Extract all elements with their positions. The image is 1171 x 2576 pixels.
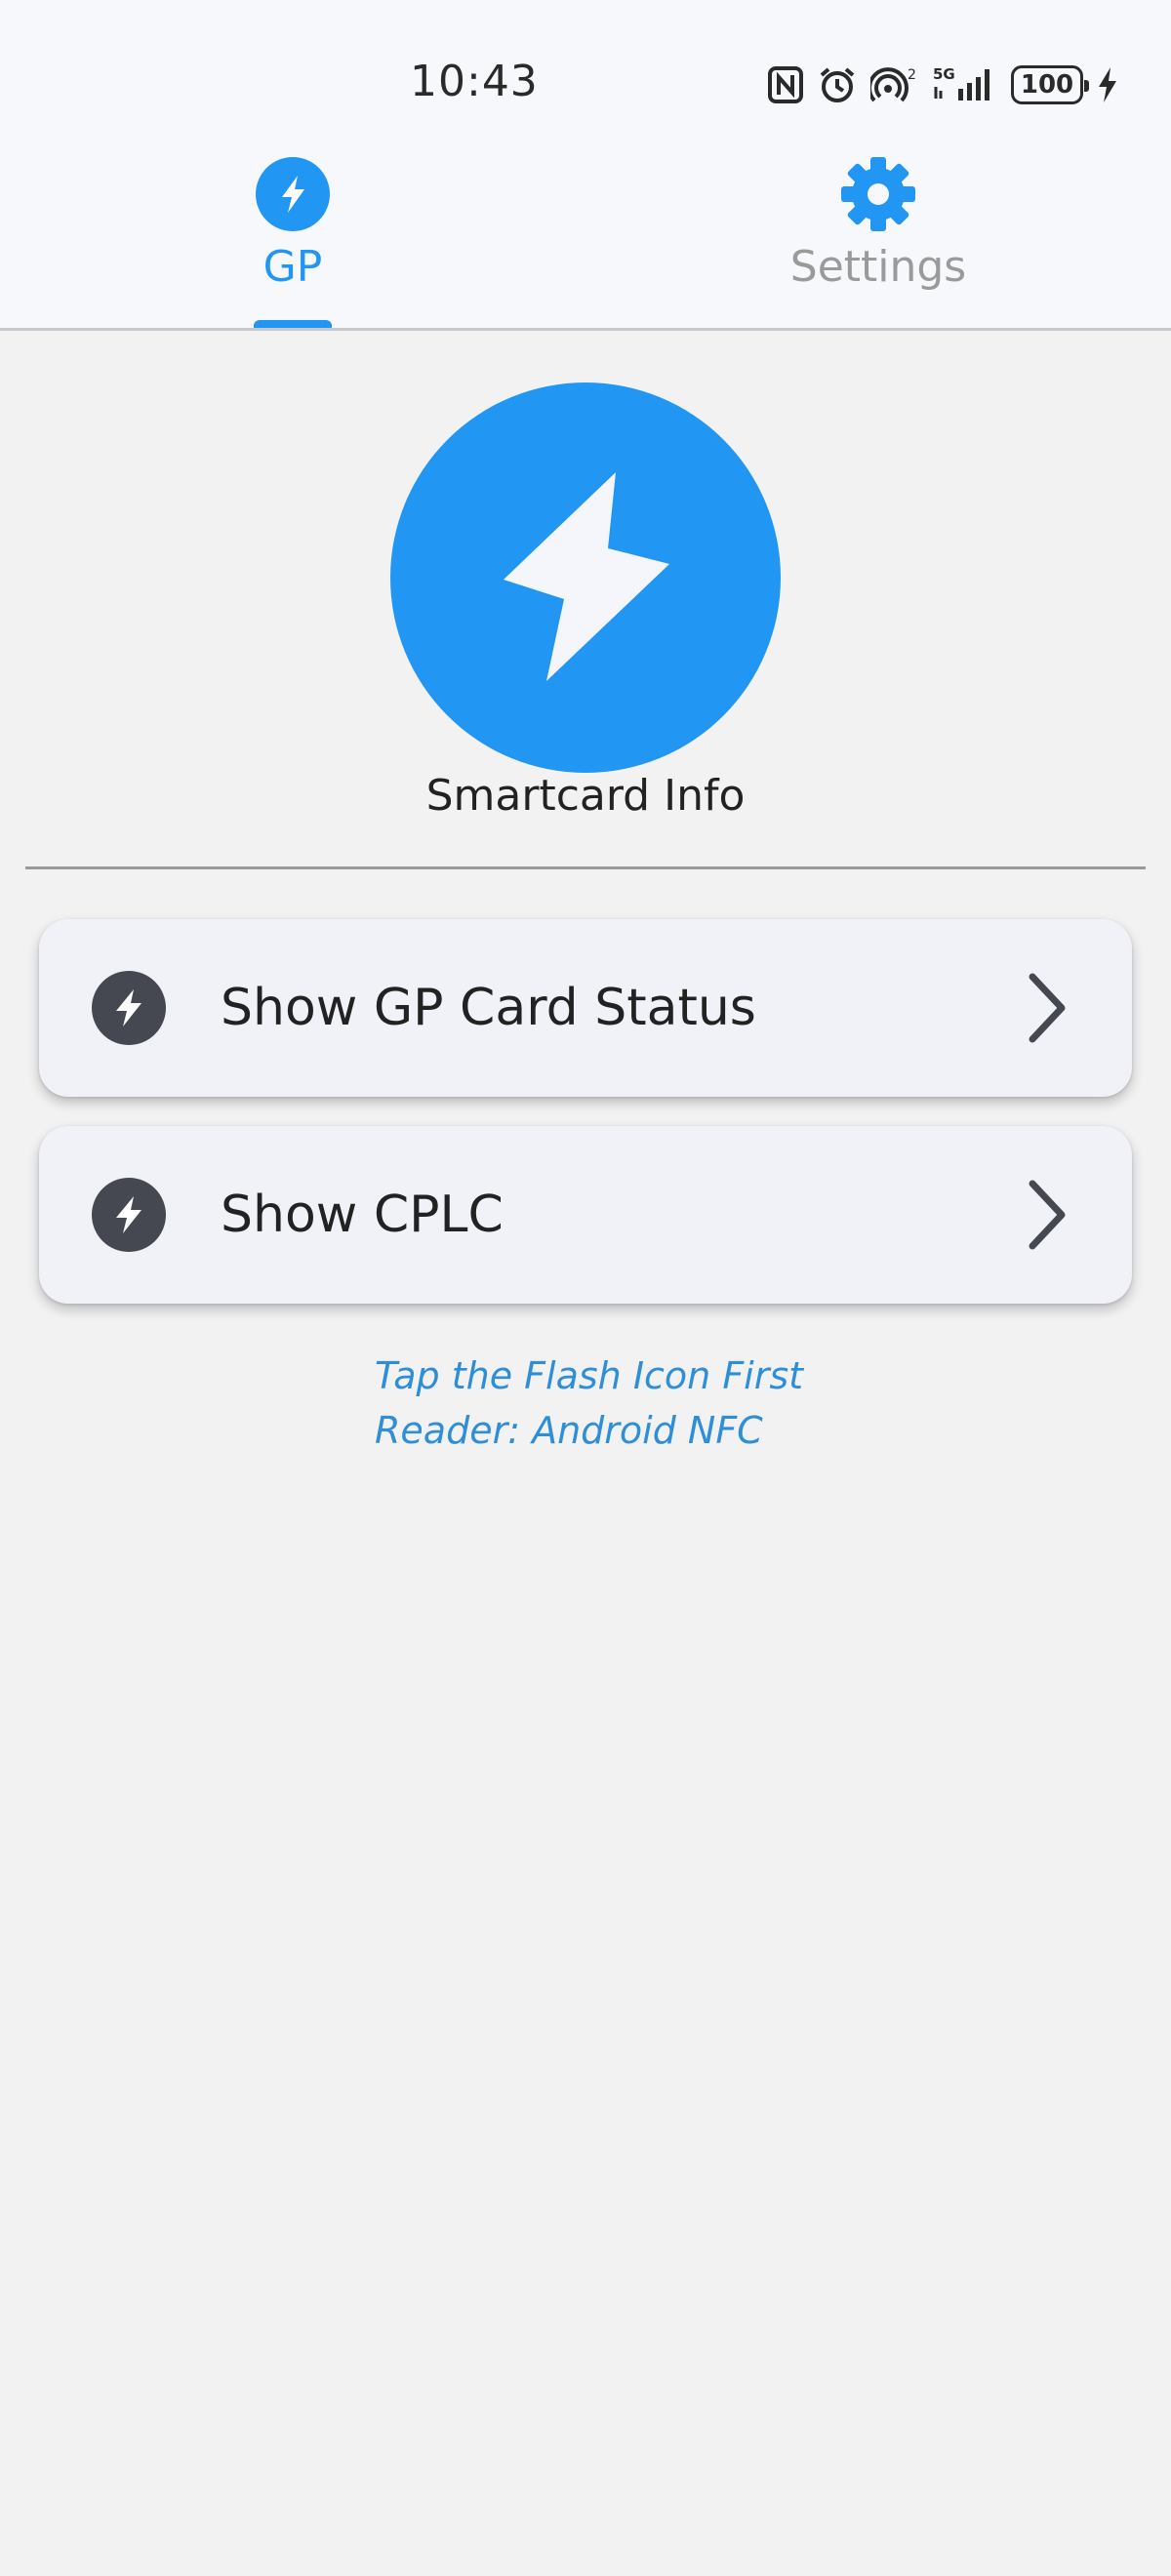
status-time: 10:43 [410, 57, 539, 106]
chevron-right-icon [1029, 1180, 1066, 1250]
tab-settings[interactable]: Settings [732, 156, 1025, 330]
list-item-label: Show CPLC [221, 1186, 504, 1244]
hint-tap-flash: Tap the Flash Icon First [375, 1354, 804, 1397]
gear-icon [841, 157, 915, 231]
nfc-icon [768, 66, 803, 103]
svg-text:2: 2 [908, 67, 916, 83]
flash-icon [92, 971, 166, 1045]
tab-label: GP [262, 242, 323, 292]
tab-divider [0, 328, 1171, 331]
top-bar: 10:43 2 5G 100 GP Settings [0, 0, 1171, 330]
battery-indicator: 100 [1011, 65, 1089, 104]
hotspot-icon: 2 [870, 67, 916, 102]
hero-flash-button[interactable] [390, 382, 781, 773]
chevron-right-icon [1029, 973, 1066, 1043]
flash-icon [92, 1178, 166, 1252]
list-item-label: Show GP Card Status [221, 979, 756, 1037]
show-cplc-item[interactable]: Show CPLC [39, 1126, 1132, 1304]
hero-title: Smartcard Info [425, 771, 746, 821]
svg-text:5G: 5G [933, 65, 955, 83]
hint-reader: Reader: Android NFC [375, 1409, 763, 1452]
section-divider [25, 866, 1146, 869]
signal-5g-icon: 5G [933, 65, 989, 101]
flash-icon [504, 472, 669, 681]
flash-icon [256, 157, 330, 231]
show-gp-card-status-item[interactable]: Show GP Card Status [39, 919, 1132, 1097]
tab-gp[interactable]: GP [146, 156, 439, 330]
hint-block: Tap the Flash Icon First Reader: Android… [375, 1348, 803, 1458]
charging-icon [1099, 67, 1116, 102]
status-icons: 2 5G 100 [767, 60, 1118, 109]
tab-label: Settings [789, 242, 967, 292]
alarm-icon [820, 67, 855, 102]
